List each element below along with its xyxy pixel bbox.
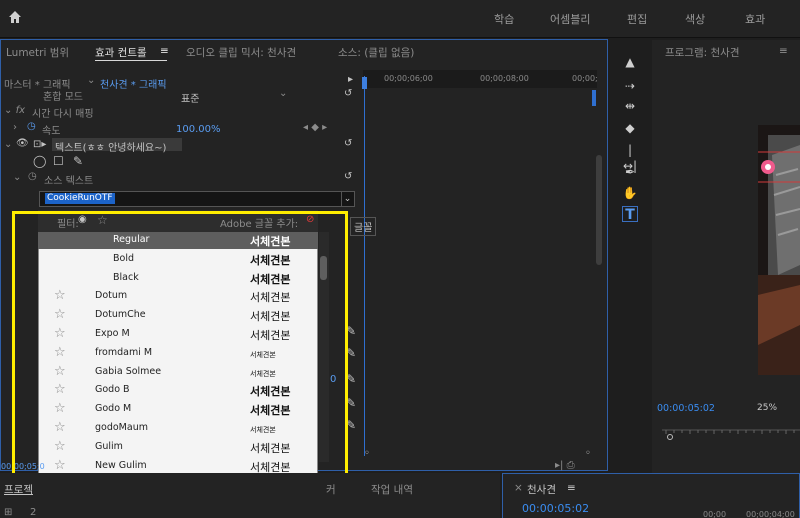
close-icon[interactable]: × [514,482,523,494]
chevron-down-icon[interactable]: ⌄ [87,75,95,86]
ruler-label: 00;00 [703,510,727,518]
slip-tool-icon[interactable]: |↔| [622,142,638,173]
scroll-handle-icon[interactable]: ◦ [585,448,591,459]
playhead-handle[interactable] [362,77,367,89]
type-tool-icon[interactable]: T [622,206,638,223]
keyframe-nav-icon[interactable]: ◂ ◆ ▸ [303,122,327,133]
clip-end-marker [592,90,596,106]
export-frame-icon[interactable]: ▸| ⎙ [555,460,575,471]
reset-icon[interactable]: ↺ [344,88,352,99]
reset-icon[interactable]: ↺ [344,138,352,149]
collapse-chevron-icon[interactable]: ⌄ fx [4,105,25,116]
pen-mask-icon[interactable]: ✎ [73,154,83,168]
rectangle-mask-icon[interactable]: ☐ [53,154,64,168]
panel-scrollbar[interactable] [596,155,602,265]
expand-chevron-icon[interactable]: › [13,122,17,133]
ruler-label: 00;00;08;00 [480,74,529,83]
workspace-editing[interactable]: 편집 [627,11,647,27]
ruler-label: 00;00;06;00 [384,74,433,83]
workspace-color[interactable]: 색상 [685,11,705,27]
scroll-handle-icon[interactable]: ◦ [364,448,370,459]
highlight-annotation-box [12,211,348,507]
tab-audio-clip-mixer[interactable]: 오디오 클립 믹서: 천사견 [186,45,296,60]
speed-label: 속도 [42,126,61,137]
active-tab-underline [95,60,167,61]
pen-tool-icon[interactable]: ✒ [622,164,638,180]
razor-tool-icon[interactable]: ◆ [622,120,638,136]
ruler-label: 00;00;04;00 [746,510,795,518]
tab-effects[interactable]: 커 [326,482,336,497]
workspace-bar [0,0,800,38]
ellipse-mask-icon[interactable]: ◯ [33,154,46,168]
panel-menu-icon[interactable]: ≡ [567,482,576,494]
tab-history[interactable]: 작업 내역 [371,482,413,497]
panel-menu-icon[interactable]: ≡ [160,45,169,57]
blend-mode-value[interactable]: 표준 [181,90,199,105]
workspace-learning[interactable]: 학습 [494,11,514,27]
stopwatch-icon[interactable]: ◷ [28,171,37,182]
tab-lumetri-scopes[interactable]: Lumetri 범위 [6,45,69,60]
tab-project[interactable]: 프로젝 [4,482,33,497]
bin-icon[interactable]: ⊞ [4,507,12,518]
program-monitor-title[interactable]: 프로그램: 천사견 [665,45,740,60]
playhead-line [364,76,365,456]
ruler-label: 00;00; [572,74,598,83]
program-scrub-bar[interactable] [662,428,800,440]
speed-value[interactable]: 100.00% [176,124,221,135]
home-icon[interactable] [8,10,22,24]
track-select-tool-icon[interactable]: ⇢ [622,78,638,94]
sequence-timecode[interactable]: 00:00:05:02 [522,502,589,515]
stopwatch-icon[interactable]: ◷ [27,121,36,132]
play-only-icon[interactable]: ▸ [348,74,353,85]
workspace-effects[interactable]: 효과 [745,11,765,27]
text-layer-name[interactable]: 텍스트(ㅎㅎ 안녕하세요~) [55,139,166,154]
program-video-frame[interactable] [758,125,800,375]
panel-menu-icon[interactable]: ≡ [779,45,788,57]
ripple-edit-tool-icon[interactable]: ⇹ [622,98,638,114]
selection-tool-icon[interactable]: ▲ [622,54,638,70]
zoom-level-select[interactable]: 25% [757,403,777,413]
tab-source[interactable]: 소스: (클립 없음) [338,45,414,60]
tab-effect-controls[interactable]: 효과 컨트롤 [95,45,147,60]
source-text-label: 소스 텍스트 [44,176,94,187]
chevron-down-icon[interactable]: ⌄ [341,192,353,206]
tab-sequence[interactable]: 천사견 [527,482,556,497]
font-family-value[interactable]: CookieRunOTF [45,193,115,204]
chevron-down-icon[interactable]: ⌄ [279,88,287,99]
item-count: 2 [30,507,37,518]
collapse-chevron-icon[interactable]: ⌄ [13,172,21,183]
collapse-chevron-icon[interactable]: ⌄ [4,139,12,150]
hand-tool-icon[interactable]: ✋ [622,185,638,201]
text-layer-icon: ⊡▸ [33,139,47,150]
sequence-clip-label[interactable]: 천사견 * 그래픽 [100,76,167,91]
blend-mode-label: 혼합 모드 [43,92,83,103]
workspace-assembly[interactable]: 어셈블리 [550,11,590,27]
visibility-icon[interactable]: 👁 [16,138,29,149]
time-remap-label: 시간 다시 매핑 [32,109,94,120]
program-timecode[interactable]: 00:00:05:02 [657,403,715,414]
project-panel [0,473,500,518]
reset-icon[interactable]: ↺ [344,171,352,182]
glyph-button[interactable]: 글꼴 [350,217,377,236]
